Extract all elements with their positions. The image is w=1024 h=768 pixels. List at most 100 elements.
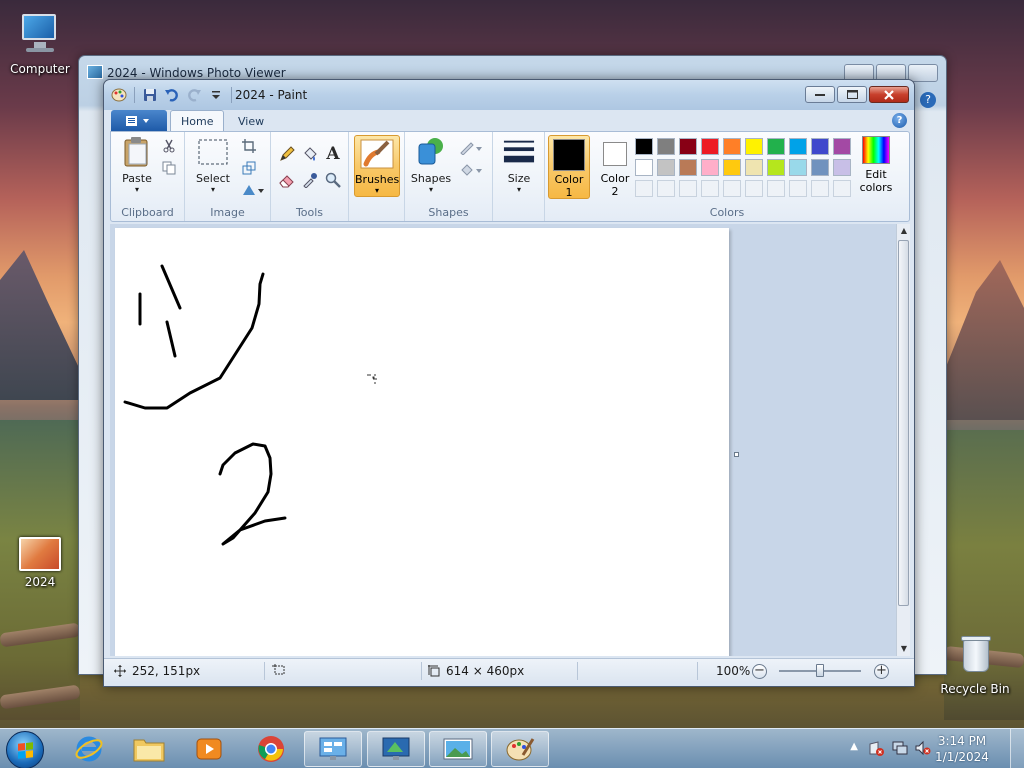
minimize-button[interactable] [805, 86, 835, 103]
start-button[interactable] [6, 731, 44, 768]
desktop-icon-computer[interactable]: Computer [0, 10, 80, 76]
tab-home[interactable]: Home [170, 110, 225, 132]
select-icon [197, 136, 229, 168]
paint-window[interactable]: 2024 - Paint Home View ? Paste ▾ Clipboa… [103, 79, 915, 687]
tab-view[interactable]: View [228, 110, 274, 132]
taskbar-control-panel[interactable] [304, 731, 362, 767]
drawing-canvas[interactable] [115, 228, 729, 656]
copy-icon[interactable] [159, 158, 179, 178]
taskbar-remote-desktop[interactable] [367, 731, 425, 767]
taskbar-photo-viewer[interactable] [429, 731, 487, 767]
restore-button[interactable] [837, 86, 867, 103]
taskbar-chrome[interactable] [242, 731, 300, 767]
help-icon[interactable]: ? [920, 92, 936, 108]
select-button[interactable]: Select ▾ [191, 136, 235, 194]
title-bar[interactable]: 2024 - Paint [104, 80, 914, 110]
help-icon[interactable]: ? [892, 113, 907, 128]
image-group: Select ▾ Image [185, 132, 271, 221]
shapes-button[interactable]: Shapes ▾ [409, 136, 453, 194]
desktop-icon-label: Computer [10, 62, 70, 76]
monitor-icon [382, 737, 410, 760]
shapes-icon [415, 136, 447, 168]
scroll-up-arrow[interactable]: ▲ [897, 224, 911, 238]
save-icon[interactable] [141, 86, 159, 104]
status-bar: 252, 151px 614 × 460px 100% − + [104, 658, 914, 682]
selection-icon [272, 664, 285, 675]
desktop-icon-label: Recycle Bin [940, 682, 1010, 696]
zoom-level: 100% [716, 664, 751, 678]
canvas-resize-handle[interactable] [734, 452, 739, 457]
image-size: 614 × 460px [428, 664, 524, 678]
colors-group: Colors [709, 206, 745, 219]
taskbar-file-explorer[interactable] [120, 731, 178, 767]
fill-icon[interactable] [300, 144, 320, 164]
file-menu-icon [126, 115, 149, 126]
folder-icon [133, 739, 165, 762]
undo-icon[interactable] [163, 86, 181, 104]
recycle-bin-icon [951, 630, 999, 678]
magnifier-icon[interactable] [323, 170, 343, 190]
quick-access-toolbar [110, 86, 234, 104]
photo-viewer-title: 2024 - Windows Photo Viewer [107, 66, 286, 80]
customize-toolbar-icon[interactable] [207, 86, 225, 104]
computer-icon [16, 10, 64, 58]
redo-icon[interactable] [185, 86, 203, 104]
paste-button[interactable]: Paste ▾ [115, 136, 159, 194]
brushes-group [349, 132, 405, 221]
paint-image-icon [19, 537, 61, 571]
canvas-workspace [110, 224, 896, 656]
ribbon: Paste ▾ Clipboard Select ▾ Image A Tools… [110, 131, 910, 222]
show-hidden-icons-arrow[interactable]: ▲ [850, 741, 858, 752]
control-panel-icon [319, 737, 347, 760]
cursor-position: 252, 151px [114, 664, 200, 678]
rotate-icon[interactable] [239, 180, 267, 200]
volume-muted-icon[interactable] [915, 740, 931, 759]
clock-date: 1/1/2024 [935, 750, 989, 764]
paint-palette-icon [506, 738, 535, 761]
zoom-out-button[interactable]: − [752, 664, 767, 679]
outline-icon[interactable] [457, 138, 485, 158]
close-button[interactable] [908, 64, 938, 82]
clock[interactable]: 3:14 PM 1/1/2024 [930, 733, 994, 765]
chrome-icon [258, 736, 284, 762]
paste-icon [121, 136, 153, 168]
network-icon[interactable] [892, 740, 908, 759]
paint-app-icon[interactable] [110, 86, 128, 104]
scroll-thumb[interactable] [898, 240, 909, 606]
minimize-icon [815, 93, 825, 96]
color-picker-icon[interactable] [300, 170, 320, 190]
cut-icon[interactable] [159, 136, 179, 156]
zoom-in-button[interactable]: + [874, 664, 889, 679]
desktop-icon-2024[interactable]: 2024 [0, 535, 80, 589]
close-button[interactable] [869, 86, 909, 103]
scroll-down-arrow[interactable]: ▼ [897, 642, 911, 656]
restore-icon [846, 90, 858, 99]
resize-icon[interactable] [239, 158, 259, 178]
taskbar-paint[interactable] [491, 731, 549, 767]
crop-icon[interactable] [239, 136, 259, 156]
zoom-slider-thumb[interactable] [816, 664, 824, 677]
taskbar-internet-explorer[interactable] [60, 731, 118, 767]
show-desktop-button[interactable] [1010, 729, 1024, 768]
shape-fill-icon[interactable] [457, 160, 485, 180]
text-icon[interactable]: A [323, 144, 343, 164]
vertical-scrollbar[interactable]: ▲ ▼ [896, 224, 910, 656]
taskbar: ▲ 3:14 PM 1/1/2024 [0, 728, 1024, 768]
image-size-icon [428, 665, 440, 677]
file-menu-button[interactable] [111, 110, 167, 131]
clipboard-group: Paste ▾ Clipboard [111, 132, 185, 221]
desktop-icon-recycle-bin[interactable]: Recycle Bin [935, 630, 1015, 696]
photo-viewer-icon [443, 738, 473, 760]
size-group [493, 132, 545, 221]
action-center-icon[interactable] [868, 740, 884, 759]
eraser-icon[interactable] [277, 170, 297, 190]
wallpaper-mountain-left [0, 250, 80, 400]
taskbar-media-player[interactable] [180, 731, 238, 767]
tools-group: A Tools [271, 132, 349, 221]
crosshair-cursor [367, 374, 377, 384]
internet-explorer-icon [75, 736, 103, 762]
pencil-icon[interactable] [277, 144, 297, 164]
move-cursor-icon [114, 665, 126, 677]
window-title: 2024 - Paint [235, 88, 308, 102]
close-icon [884, 89, 894, 100]
